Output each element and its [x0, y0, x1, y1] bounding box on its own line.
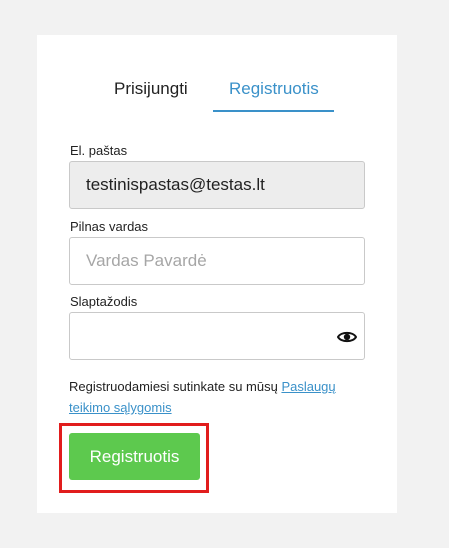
password-label: Slaptažodis [70, 294, 138, 309]
password-field[interactable] [69, 312, 365, 360]
register-button[interactable]: Registruotis [69, 433, 200, 480]
email-label: El. paštas [70, 143, 128, 158]
tab-register[interactable]: Registruotis [229, 79, 319, 99]
auth-tabs: Prisijungti Registruotis [37, 35, 397, 115]
terms-notice: Registruodamiesi sutinkate su mūsų Pasla… [69, 376, 369, 418]
registration-card: Prisijungti Registruotis El. paštas Piln… [37, 35, 397, 513]
email-field[interactable] [69, 161, 365, 209]
eye-icon[interactable] [336, 326, 358, 348]
terms-text: Registruodamiesi sutinkate su mūsų [69, 379, 282, 394]
tab-login[interactable]: Prisijungti [114, 79, 188, 99]
full-name-field[interactable] [69, 237, 365, 285]
full-name-label: Pilnas vardas [70, 219, 149, 234]
active-tab-indicator [213, 110, 334, 112]
